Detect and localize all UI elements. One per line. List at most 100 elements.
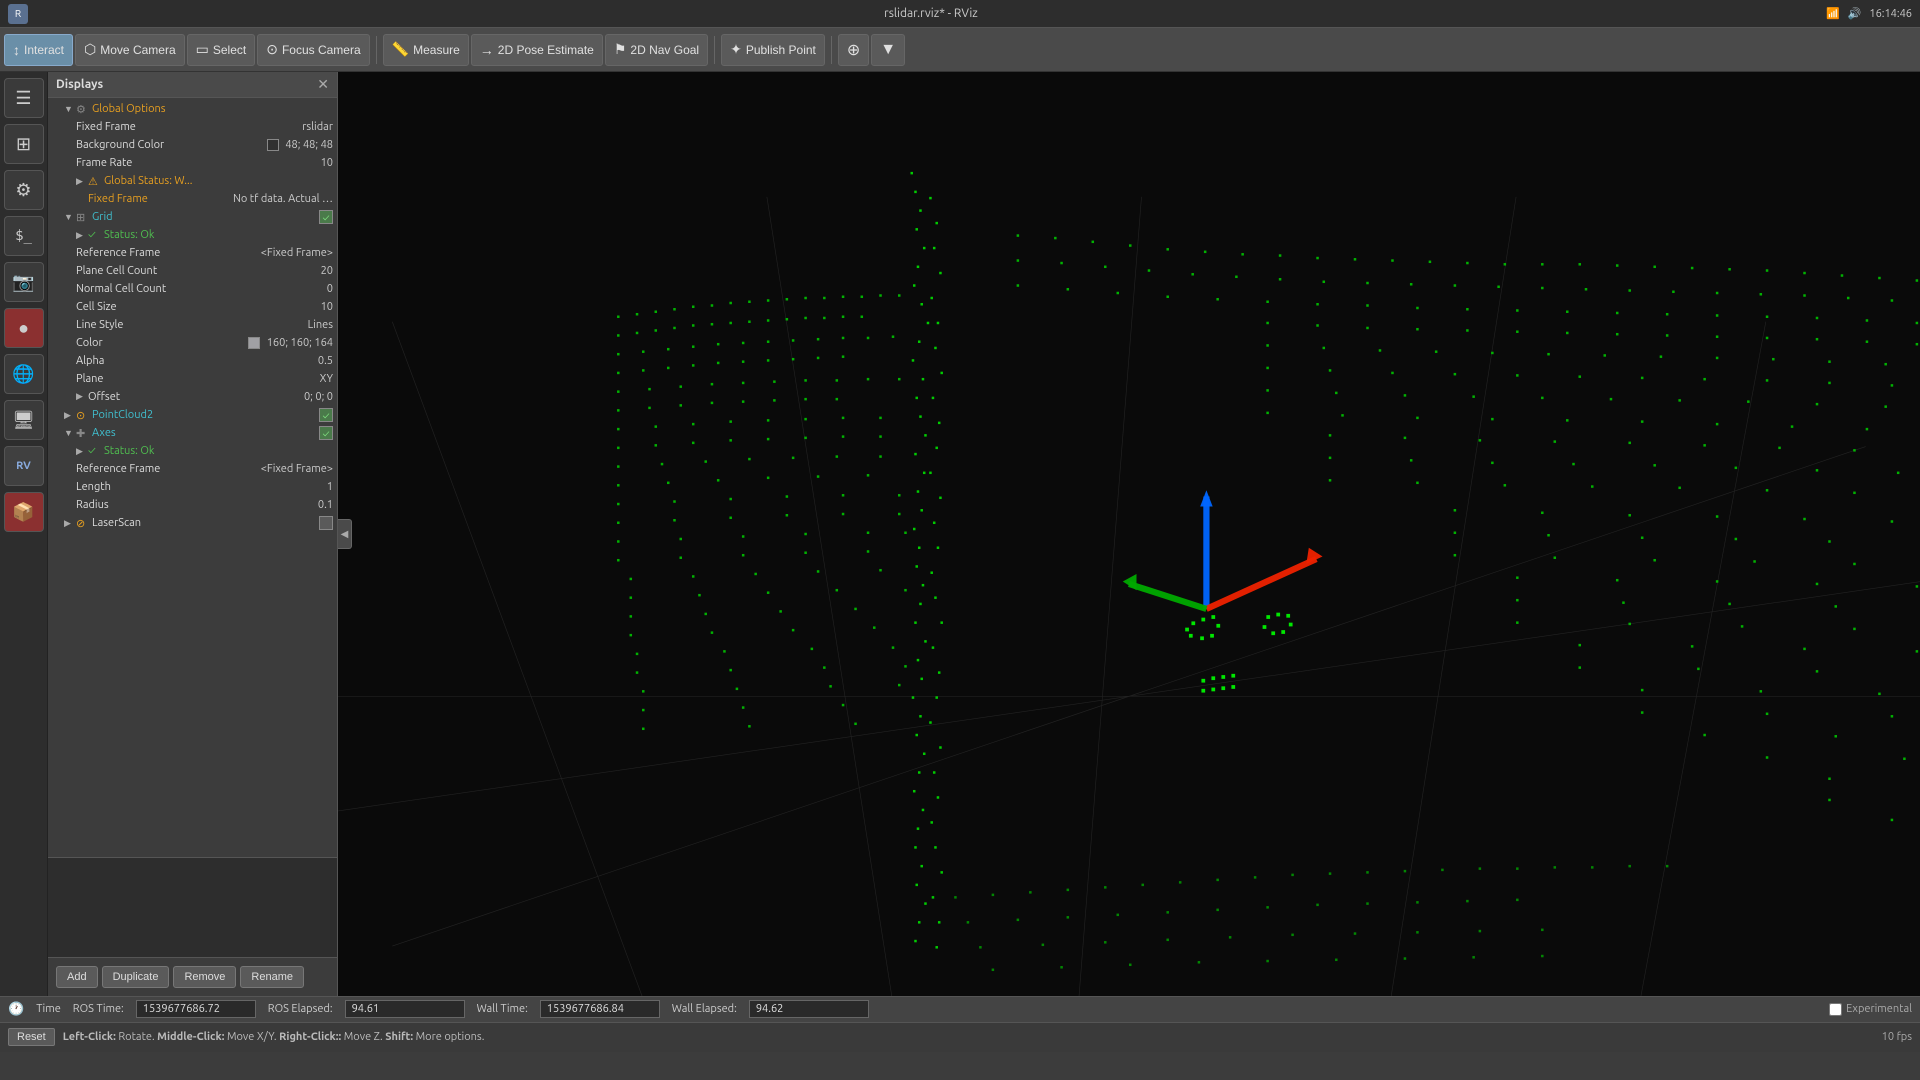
normal-cell-count-row[interactable]: Normal Cell Count 0: [48, 280, 337, 298]
sidebar-settings-btn[interactable]: ⚙: [4, 170, 44, 210]
pose-label: 2D Pose Estimate: [498, 43, 594, 57]
laserscan-label: LaserScan: [92, 517, 319, 529]
axes-checkbox[interactable]: ✓: [319, 426, 333, 440]
interact-icon: ↕: [13, 42, 20, 58]
sidebar-package-btn[interactable]: 📦: [4, 492, 44, 532]
reset-button[interactable]: Reset: [8, 1028, 55, 1046]
laser-arrow: ▶: [64, 518, 76, 529]
frame-rate-row[interactable]: Frame Rate 10: [48, 154, 337, 172]
cell-size-label: Cell Size: [76, 301, 221, 313]
plane-row[interactable]: Plane XY: [48, 370, 337, 388]
fixed-frame-err-label: Fixed Frame: [88, 193, 233, 205]
bg-color-value: 48; 48; 48: [221, 139, 333, 151]
bg-color-row[interactable]: Background Color 48; 48; 48: [48, 136, 337, 154]
grid-ref-frame-row[interactable]: Reference Frame <Fixed Frame>: [48, 244, 337, 262]
nav-icon: ⚑: [614, 41, 627, 58]
grid-status-row[interactable]: ▶ ✓ Status: Ok: [48, 226, 337, 244]
sidebar-camera-btn[interactable]: 📷: [4, 262, 44, 302]
interact-button[interactable]: ↕ Interact: [4, 34, 73, 66]
global-options-row[interactable]: ▼ ⚙ Global Options: [48, 100, 337, 118]
sidebar-displays-btn[interactable]: ☰: [4, 78, 44, 118]
select-icon: ▭: [196, 41, 209, 58]
extra-btn-2[interactable]: ▼: [871, 34, 905, 66]
fixed-frame-err-row[interactable]: Fixed Frame No tf data. Actual erro...: [48, 190, 337, 208]
rename-button[interactable]: Rename: [240, 966, 304, 988]
collapse-handle[interactable]: ◀: [338, 519, 352, 549]
duplicate-button[interactable]: Duplicate: [102, 966, 170, 988]
axes-radius-row[interactable]: Radius 0.1: [48, 496, 337, 514]
wall-elapsed-value[interactable]: 94.62: [749, 1000, 869, 1018]
measure-icon: 📏: [392, 41, 409, 58]
select-button[interactable]: ▭ Select: [187, 34, 256, 66]
axes-length-row[interactable]: Length 1: [48, 478, 337, 496]
axes-ref-value: <Fixed Frame>: [221, 463, 333, 475]
pointcloud2-row[interactable]: ▶ ⊙ PointCloud2 ✓: [48, 406, 337, 424]
wall-time-value[interactable]: 1539677686.84: [540, 1000, 660, 1018]
alpha-row[interactable]: Alpha 0.5: [48, 352, 337, 370]
global-status-row[interactable]: ▶ ⚠ Global Status: W...: [48, 172, 337, 190]
2d-pose-button[interactable]: → 2D Pose Estimate: [471, 34, 603, 66]
plane-value: XY: [221, 373, 333, 385]
pc2-checkbox[interactable]: ✓: [319, 408, 333, 422]
bg-color-swatch: [267, 139, 279, 151]
sidebar-system-btn[interactable]: 🖥: [4, 400, 44, 440]
3d-viewport[interactable]: // Will be rendered as many small circle…: [338, 72, 1920, 996]
laser-checkbox[interactable]: [319, 516, 333, 530]
axes-radius-value: 0.1: [221, 499, 333, 511]
cell-size-row[interactable]: Cell Size 10: [48, 298, 337, 316]
offset-arrow: ▶: [76, 391, 88, 403]
plane-cell-count-row[interactable]: Plane Cell Count 20: [48, 262, 337, 280]
grid-row[interactable]: ▼ ⊞ Grid ✓: [48, 208, 337, 226]
window-title: rslidar.rviz* - RViz: [36, 7, 1826, 20]
focus-icon: ⊙: [266, 41, 278, 58]
focus-camera-button[interactable]: ⊙ Focus Camera: [257, 34, 369, 66]
sidebar-terminal-btn[interactable]: $_: [4, 216, 44, 256]
add-button[interactable]: Add: [56, 966, 98, 988]
sidebar-browser-btn[interactable]: 🌐: [4, 354, 44, 394]
remove-button[interactable]: Remove: [173, 966, 236, 988]
displays-tree[interactable]: ▼ ⚙ Global Options Fixed Frame rslidar B…: [48, 98, 337, 857]
sidebar-rviz-btn[interactable]: RV: [4, 446, 44, 486]
fixed-frame-value: rslidar: [221, 121, 333, 133]
move-camera-button[interactable]: ⬡ Move Camera: [75, 34, 185, 66]
line-style-label: Line Style: [76, 319, 221, 331]
global-status-label: Global Status: W...: [104, 175, 333, 187]
displays-buttons: Add Duplicate Remove Rename: [48, 957, 337, 996]
grid-ref-frame-value: <Fixed Frame>: [221, 247, 333, 259]
displays-close-btn[interactable]: ✕: [317, 76, 329, 93]
ros-elapsed-value[interactable]: 94.61: [345, 1000, 465, 1018]
axes-ref-frame-row[interactable]: Reference Frame <Fixed Frame>: [48, 460, 337, 478]
alpha-value: 0.5: [221, 355, 333, 367]
ros-time-value[interactable]: 1539677686.72: [136, 1000, 256, 1018]
grid-color-row[interactable]: Color 160; 160; 164: [48, 334, 337, 352]
offset-row[interactable]: ▶ Offset 0; 0; 0: [48, 388, 337, 406]
2d-nav-button[interactable]: ⚑ 2D Nav Goal: [605, 34, 708, 66]
grid-checkbox[interactable]: ✓: [319, 210, 333, 224]
bottom-panel: 🕐 Time ROS Time: 1539677686.72 ROS Elaps…: [0, 996, 1920, 1052]
laser-icon: ⊘: [76, 517, 92, 530]
status-arrow: ▶: [76, 176, 88, 187]
experimental-checkbox[interactable]: [1829, 1003, 1842, 1016]
interact-label: Interact: [24, 43, 64, 57]
displays-title: Displays: [56, 78, 103, 91]
axes-radius-label: Radius: [76, 499, 221, 511]
axes-row[interactable]: ▼ ✚ Axes ✓: [48, 424, 337, 442]
publish-point-button[interactable]: ✦ Publish Point: [721, 34, 825, 66]
sidebar-btn-2[interactable]: ⊞: [4, 124, 44, 164]
ros-elapsed-label: ROS Elapsed:: [268, 1003, 333, 1015]
help-text: Left-Click: Rotate. Middle-Click: Move X…: [63, 1031, 485, 1043]
pose-icon: →: [480, 42, 494, 58]
laserscan-row[interactable]: ▶ ⊘ LaserScan: [48, 514, 337, 532]
extra-btn-1[interactable]: ⊕: [838, 34, 869, 66]
measure-button[interactable]: 📏 Measure: [383, 34, 469, 66]
time-panel-title: Time: [36, 1003, 61, 1015]
grid-ok-icon: ✓: [88, 229, 104, 241]
axes-status-row[interactable]: ▶ ✓ Status: Ok: [48, 442, 337, 460]
global-options-label: Global Options: [92, 103, 333, 115]
axes-status-label: Status: Ok: [104, 445, 333, 457]
line-style-row[interactable]: Line Style Lines: [48, 316, 337, 334]
fixed-frame-row[interactable]: Fixed Frame rslidar: [48, 118, 337, 136]
clock-icon: 🕐: [8, 1002, 24, 1017]
sidebar-record-btn[interactable]: ●: [4, 308, 44, 348]
grid-arrow: ▼: [64, 212, 76, 222]
